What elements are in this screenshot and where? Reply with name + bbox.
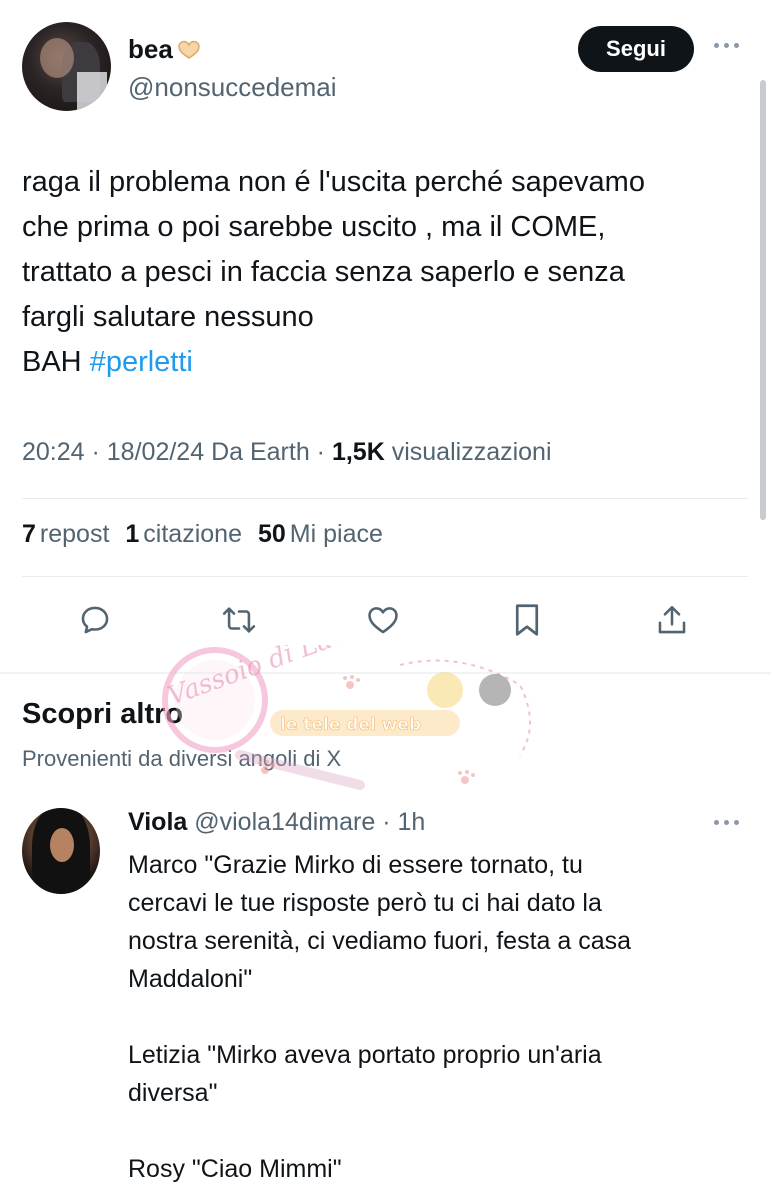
bookmark-icon[interactable] <box>505 598 549 642</box>
views-label: visualizzazioni <box>391 438 552 466</box>
tweet-text-line: raga il problema non é l'uscita perché s… <box>22 166 645 198</box>
text-line: Marco "Grazie Mirko di essere tornato, t… <box>128 851 583 879</box>
tweet-time[interactable]: 1h <box>398 808 426 836</box>
quotes-label: citazione <box>143 520 242 548</box>
likes-count: 50 <box>257 520 286 548</box>
divider <box>22 498 748 499</box>
handle[interactable]: @nonsuccedemai <box>128 72 337 103</box>
more-options-icon[interactable] <box>714 820 748 830</box>
reposts-stat[interactable]: 7 repost <box>22 520 109 549</box>
suggested-tweet-header: Viola @viola14dimare · 1h <box>128 808 425 837</box>
discover-title: Scopri altro <box>22 698 184 730</box>
likes-stat[interactable]: 50 Mi piace <box>258 520 383 549</box>
avatar[interactable] <box>22 22 111 111</box>
avatar[interactable] <box>22 808 100 894</box>
reply-icon[interactable] <box>73 598 117 642</box>
tweet-text-line: che prima o poi sarebbe uscito , ma il C… <box>22 211 606 243</box>
tweet-text-prefix: BAH <box>22 346 90 378</box>
more-options-icon[interactable] <box>714 38 748 52</box>
reposts-label: repost <box>39 520 110 548</box>
watermark-signature: Vassoio di Laris <box>164 645 368 712</box>
tweet-date[interactable]: 18/02/24 <box>107 438 204 466</box>
separator-dot: · <box>375 808 398 836</box>
display-name[interactable]: bea <box>128 34 201 65</box>
follow-button[interactable]: Segui <box>578 26 694 72</box>
repost-icon[interactable] <box>217 598 261 642</box>
section-divider <box>0 672 771 674</box>
text-line: cercavi le tue risposte però tu ci hai d… <box>128 889 602 917</box>
tweet-source: Da Earth <box>211 438 310 466</box>
share-icon[interactable] <box>650 598 694 642</box>
display-name-text[interactable]: bea <box>128 34 173 65</box>
text-line: diversa" <box>128 1079 218 1107</box>
tweet-time[interactable]: 20:24 <box>22 438 85 466</box>
tweet-text-line: fargli salutare nessuno <box>22 301 314 333</box>
quotes-stat[interactable]: 1 citazione <box>125 520 242 549</box>
text-line: Rosy "Ciao Mimmi" <box>128 1155 342 1183</box>
discover-subtitle: Provenienti da diversi angoli di X <box>22 746 342 771</box>
likes-label: Mi piace <box>289 520 383 548</box>
heart-hands-icon <box>178 40 200 59</box>
text-line: nostra serenità, ci vediamo fuori, festa… <box>128 927 632 955</box>
scrollbar[interactable] <box>760 80 766 520</box>
like-icon[interactable] <box>361 598 405 642</box>
views-count: 1,5K <box>331 438 385 466</box>
watermark-text: le tele del web <box>280 715 421 735</box>
tweet-stats: 7 repost 1 citazione 50 Mi piace <box>22 520 383 549</box>
hashtag-link[interactable]: #perletti <box>90 346 193 378</box>
tweet-meta: 20:24 · 18/02/24 Da Earth · 1,5K visuali… <box>22 438 552 466</box>
divider <box>22 576 748 577</box>
tweet-header: bea @nonsuccedemai Segui <box>22 22 752 112</box>
text-line: Letizia "Mirko aveva portato proprio un'… <box>128 1041 602 1069</box>
handle[interactable]: @viola14dimare <box>194 808 375 836</box>
quotes-count: 1 <box>125 520 140 548</box>
text-line: Maddaloni" <box>128 965 253 993</box>
tweet-text: raga il problema non é l'uscita perché s… <box>22 160 752 385</box>
action-bar <box>0 598 771 648</box>
display-name[interactable]: Viola <box>128 808 187 836</box>
tweet-text-line: trattato a pesci in faccia senza saperlo… <box>22 256 625 288</box>
reposts-count: 7 <box>22 520 36 548</box>
tweet-text-line-last: BAH #perletti <box>22 340 752 385</box>
suggested-tweet-text: Marco "Grazie Mirko di essere tornato, t… <box>128 846 748 1188</box>
